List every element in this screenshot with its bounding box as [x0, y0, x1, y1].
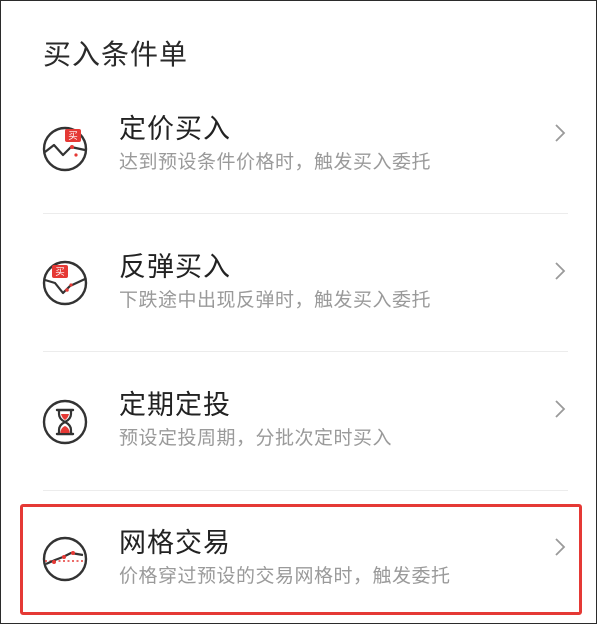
divider — [43, 213, 568, 214]
divider — [43, 351, 568, 352]
list-item-grid-trade[interactable]: 网格交易 价格穿过预设的交易网格时，触发委托 — [1, 501, 598, 639]
grid-trade-icon — [42, 536, 88, 582]
item-title: 反弹买入 — [119, 252, 231, 283]
item-desc: 预设定投周期，分批次定时买入 — [119, 427, 393, 449]
item-desc: 价格穿过预设的交易网格时，触发委托 — [119, 565, 451, 587]
item-desc: 达到预设条件价格时，触发买入委托 — [119, 151, 432, 173]
chevron-right-icon — [555, 124, 566, 142]
item-title: 网格交易 — [119, 528, 231, 559]
item-title: 定价买入 — [119, 114, 231, 145]
rebound-buy-icon: 买 — [42, 260, 88, 306]
list-item-scheduled-invest[interactable]: 定期定投 预设定投周期，分批次定时买入 — [1, 363, 598, 501]
chevron-right-icon — [555, 538, 566, 556]
price-buy-icon: 买 — [42, 126, 88, 172]
item-title: 定期定投 — [119, 390, 231, 421]
list-item-rebound-buy[interactable]: 买 反弹买入 下跌途中出现反弹时，触发买入委托 — [1, 225, 598, 363]
buy-badge-text: 买 — [68, 131, 78, 142]
page-title: 买入条件单 — [43, 38, 189, 71]
item-desc: 下跌途中出现反弹时，触发买入委托 — [119, 289, 432, 311]
chevron-right-icon — [555, 262, 566, 280]
app-frame: 买入条件单 买 定价买入 达到预设条件价格时，触发买入委托 买 反弹买入 下跌途… — [0, 0, 597, 624]
chevron-right-icon — [555, 400, 566, 418]
list-item-price-buy[interactable]: 买 定价买入 达到预设条件价格时，触发买入委托 — [1, 87, 598, 225]
divider — [43, 490, 568, 491]
buy-badge-text: 买 — [55, 267, 65, 278]
hourglass-icon — [42, 399, 88, 445]
